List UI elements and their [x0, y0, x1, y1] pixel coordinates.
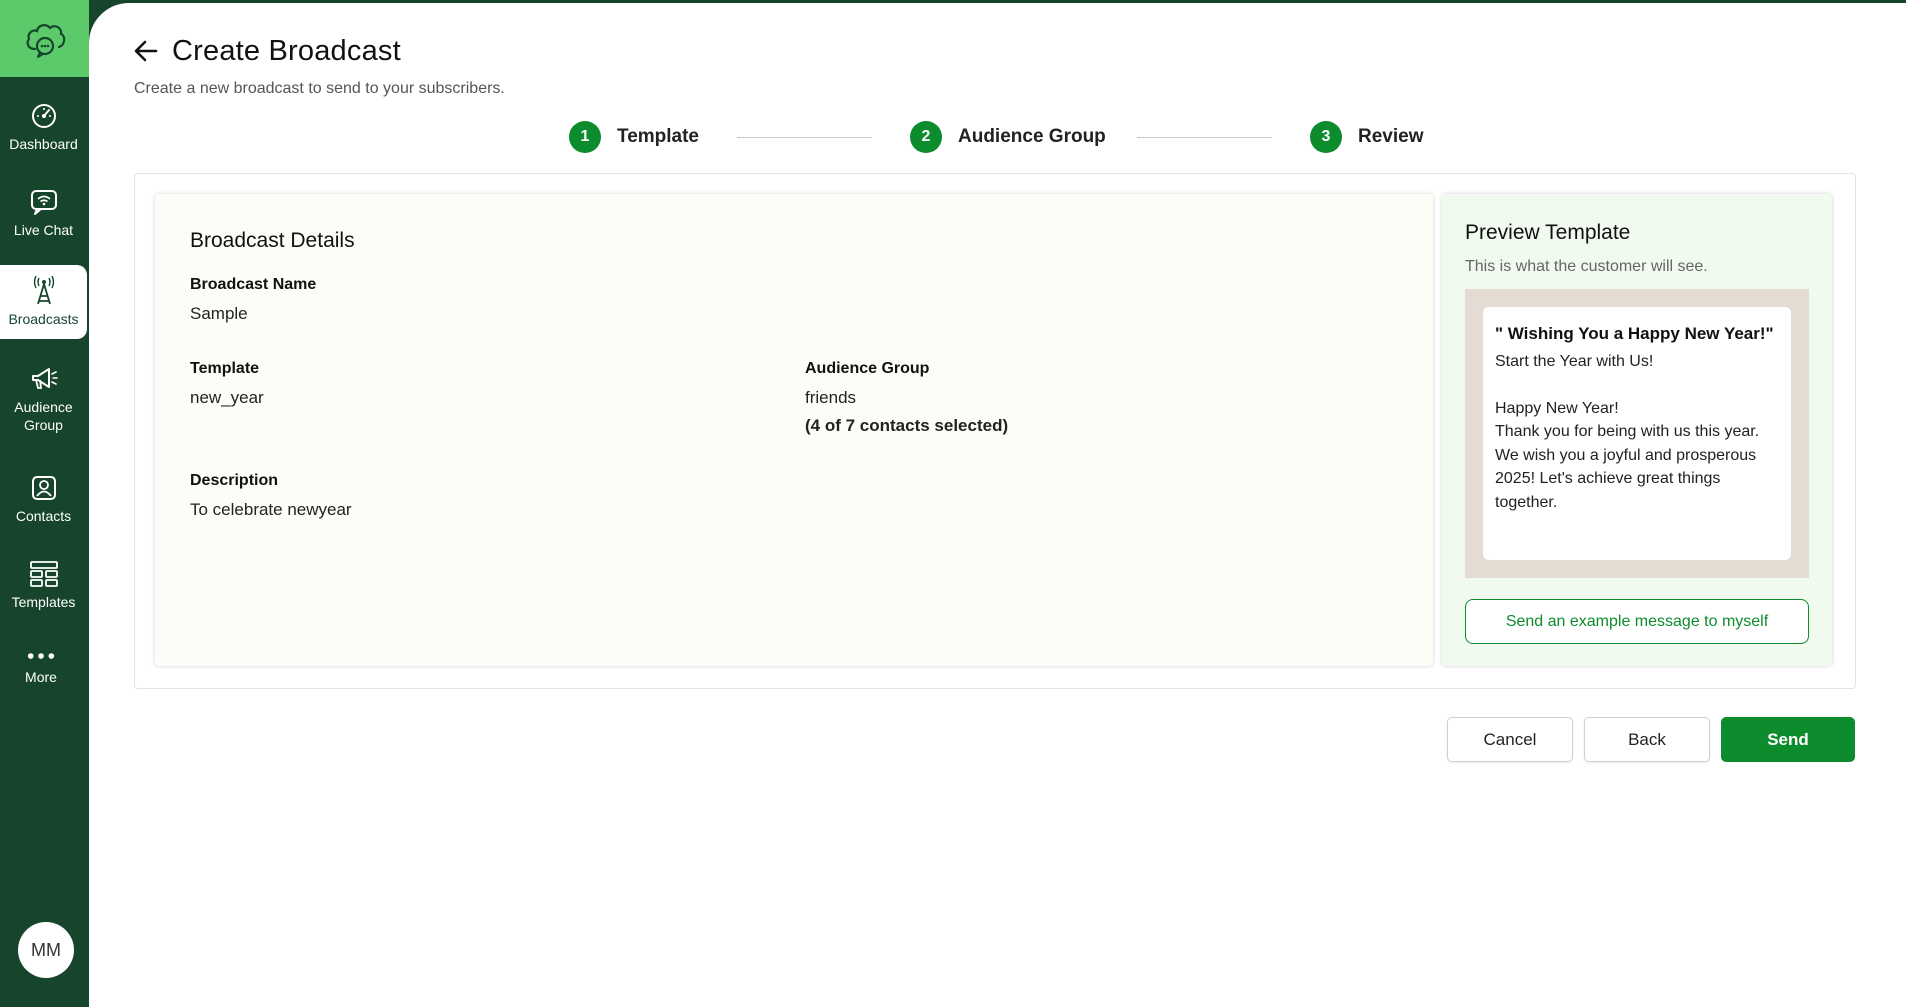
send-example-button[interactable]: Send an example message to myself — [1465, 599, 1809, 644]
message-bubble: " Wishing You a Happy New Year!" Start t… — [1483, 307, 1791, 560]
sidebar: Dashboard Live Chat Broadcasts Audience … — [0, 0, 89, 1007]
cancel-button[interactable]: Cancel — [1447, 717, 1573, 762]
step-number: 3 — [1310, 121, 1342, 153]
main-panel: Create Broadcast Create a new broadcast … — [89, 3, 1906, 1007]
preview-template-card: Preview Template This is what the custom… — [1442, 194, 1832, 666]
more-dots-icon — [26, 648, 56, 664]
sidebar-item-more[interactable]: More — [0, 642, 82, 692]
audience-group-label: Audience Group — [805, 360, 930, 377]
broadcast-name-label: Broadcast Name — [190, 276, 317, 293]
back-button[interactable]: Back — [1584, 717, 1710, 762]
chat-wifi-icon — [29, 187, 59, 217]
step-number: 2 — [910, 121, 942, 153]
description-value: To celebrate newyear — [190, 500, 352, 519]
step-label: Template — [617, 126, 700, 147]
sidebar-item-label: Broadcasts — [8, 311, 79, 327]
page-title: Create Broadcast — [172, 35, 401, 67]
contact-card-icon — [29, 473, 59, 503]
message-line: Start the Year with Us! — [1495, 353, 1654, 370]
sidebar-item-label: Audience Group — [14, 399, 73, 433]
sidebar-item-dashboard[interactable]: Dashboard — [0, 96, 87, 158]
app-logo[interactable] — [0, 0, 89, 77]
step-template: 1 Template — [569, 121, 699, 153]
step-review: 3 Review — [1310, 121, 1423, 153]
sidebar-item-label: Live Chat — [13, 222, 74, 238]
message-line: We wish you a joyful and prosperous 2025… — [1495, 446, 1757, 511]
step-connector — [1137, 137, 1272, 138]
description-label: Description — [190, 472, 279, 489]
audience-contact-count: (4 of 7 contacts selected) — [805, 416, 1009, 435]
details-heading: Broadcast Details — [190, 229, 355, 252]
message-preview-frame: " Wishing You a Happy New Year!" Start t… — [1465, 289, 1809, 578]
sidebar-item-live-chat[interactable]: Live Chat — [0, 182, 87, 244]
broadcast-tower-icon — [29, 276, 59, 306]
sidebar-item-label: More — [25, 669, 57, 685]
sidebar-item-label: Contacts — [15, 508, 72, 524]
sidebar-item-broadcasts[interactable]: Broadcasts — [0, 265, 87, 339]
sidebar-item-contacts[interactable]: Contacts — [0, 468, 87, 530]
back-arrow-icon[interactable] — [132, 37, 160, 65]
template-value: new_year — [190, 388, 264, 407]
step-audience-group: 2 Audience Group — [910, 121, 1106, 153]
step-number: 1 — [569, 121, 601, 153]
send-button[interactable]: Send — [1721, 717, 1855, 762]
step-label: Review — [1358, 126, 1424, 147]
page-subtitle: Create a new broadcast to send to your s… — [134, 80, 505, 97]
audience-group-value: friends — [805, 388, 857, 407]
message-title: " Wishing You a Happy New Year!" — [1495, 324, 1774, 343]
sidebar-item-audience-group[interactable]: Audience Group — [0, 362, 87, 436]
templates-grid-icon — [29, 559, 59, 589]
avatar[interactable]: MM — [18, 922, 74, 978]
step-label: Audience Group — [958, 126, 1106, 147]
sidebar-item-templates[interactable]: Templates — [0, 554, 87, 616]
sidebar-item-label: Dashboard — [9, 136, 78, 152]
step-connector — [737, 137, 872, 138]
preview-subtitle: This is what the customer will see. — [1465, 258, 1708, 275]
gauge-icon — [29, 101, 59, 131]
megaphone-icon — [29, 364, 59, 394]
message-line: Thank you for being with us this year. — [1495, 423, 1760, 440]
template-label: Template — [190, 360, 260, 377]
broadcast-name-value: Sample — [190, 304, 248, 323]
broadcast-details-card: Broadcast Details Broadcast Name Sample … — [155, 194, 1433, 666]
message-line: Happy New Year! — [1495, 399, 1619, 417]
cloud-chat-icon — [26, 23, 65, 58]
preview-heading: Preview Template — [1465, 221, 1631, 244]
sidebar-item-label: Templates — [11, 594, 76, 610]
